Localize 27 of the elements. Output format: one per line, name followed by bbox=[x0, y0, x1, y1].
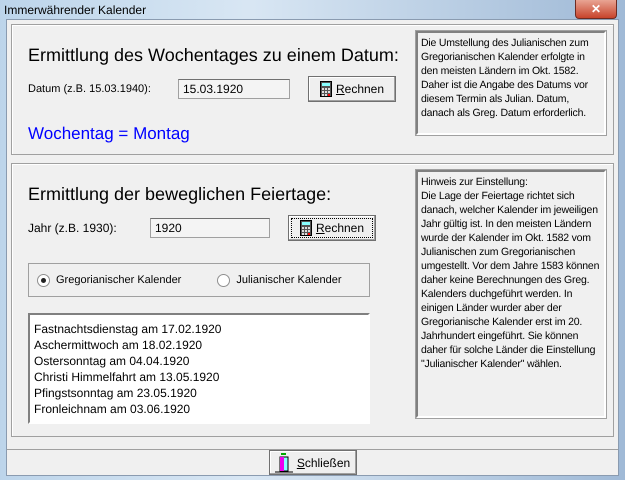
info-note: Die Umstellung des Julianischen zum Gregorianischen Kalender erfolgte in den meisten Ländern im Okt. 1582. Daher ist die Angabe des Datums vor diesem Termin als Julian. Datum, danach als Greg. Datum erforderlich. bbox=[416, 31, 606, 135]
holiday-entry: Ostersonntag am 04.04.1920 bbox=[34, 353, 190, 369]
calculate-button[interactable]: Rechnen bbox=[308, 76, 396, 102]
radio-button[interactable] bbox=[217, 274, 230, 286]
weekday-result: Wochentag = Montag bbox=[28, 124, 191, 144]
radio-label: Julianischer Kalender bbox=[236, 274, 342, 286]
door-exit-icon bbox=[274, 452, 293, 472]
date-label: Datum (z.B. 15.03.1940): bbox=[28, 83, 152, 95]
holiday-entry: Christi Himmelfahrt am 13.05.1920 bbox=[34, 369, 220, 385]
radio-label: Gregorianischer Kalender bbox=[56, 274, 182, 286]
calculator-icon bbox=[320, 81, 332, 97]
date-field[interactable]: 15.03.1920 bbox=[178, 79, 290, 99]
holiday-entry: Aschermittwoch am 18.02.1920 bbox=[34, 337, 204, 353]
holiday-entry: Fastnachtsdienstag am 17.02.1920 bbox=[34, 321, 222, 337]
radio-button[interactable] bbox=[37, 274, 50, 286]
year-label: Jahr (z.B. 1930): bbox=[28, 221, 118, 235]
holiday-entry: Pfingstsonntag am 23.05.1920 bbox=[34, 385, 198, 401]
section-heading: Ermittlung des Wochentages zu einem Datum: bbox=[28, 45, 399, 66]
window-title: Immerwährender Kalender bbox=[4, 3, 146, 17]
year-field[interactable]: 1920 bbox=[150, 218, 270, 238]
holiday-entry: Fronleichnam am 03.06.1920 bbox=[34, 401, 192, 417]
calculate-button[interactable]: Rechnen bbox=[288, 215, 376, 241]
calculator-icon bbox=[300, 220, 312, 236]
note-title: Hinweis zur Einstellung: bbox=[421, 175, 529, 189]
note-text: Die Lage der Feiertage richtet sich danach, welcher Kalender im jeweiligen Jahr gültig ist. In den meisten Ländern wurde der Kalender im Okt. 1582 vom Julianischen zum Gregorianischen umgestellt. Vor dem Jahre 1583 können daher keine Berechnungen des Greg. Kalenders duchgeführt werden. In einigen Länder wurder aber der Gregorianische Kalender erst im 20. Jahrhundert eingeführt. Sie können daher für solche Länder die Einstellung "Julianischer Kalender" wählen. bbox=[421, 189, 600, 371]
section-heading: Ermittlung der beweglichen Feiertage: bbox=[28, 184, 332, 205]
close-dialog-button[interactable]: Schließen bbox=[268, 450, 356, 475]
